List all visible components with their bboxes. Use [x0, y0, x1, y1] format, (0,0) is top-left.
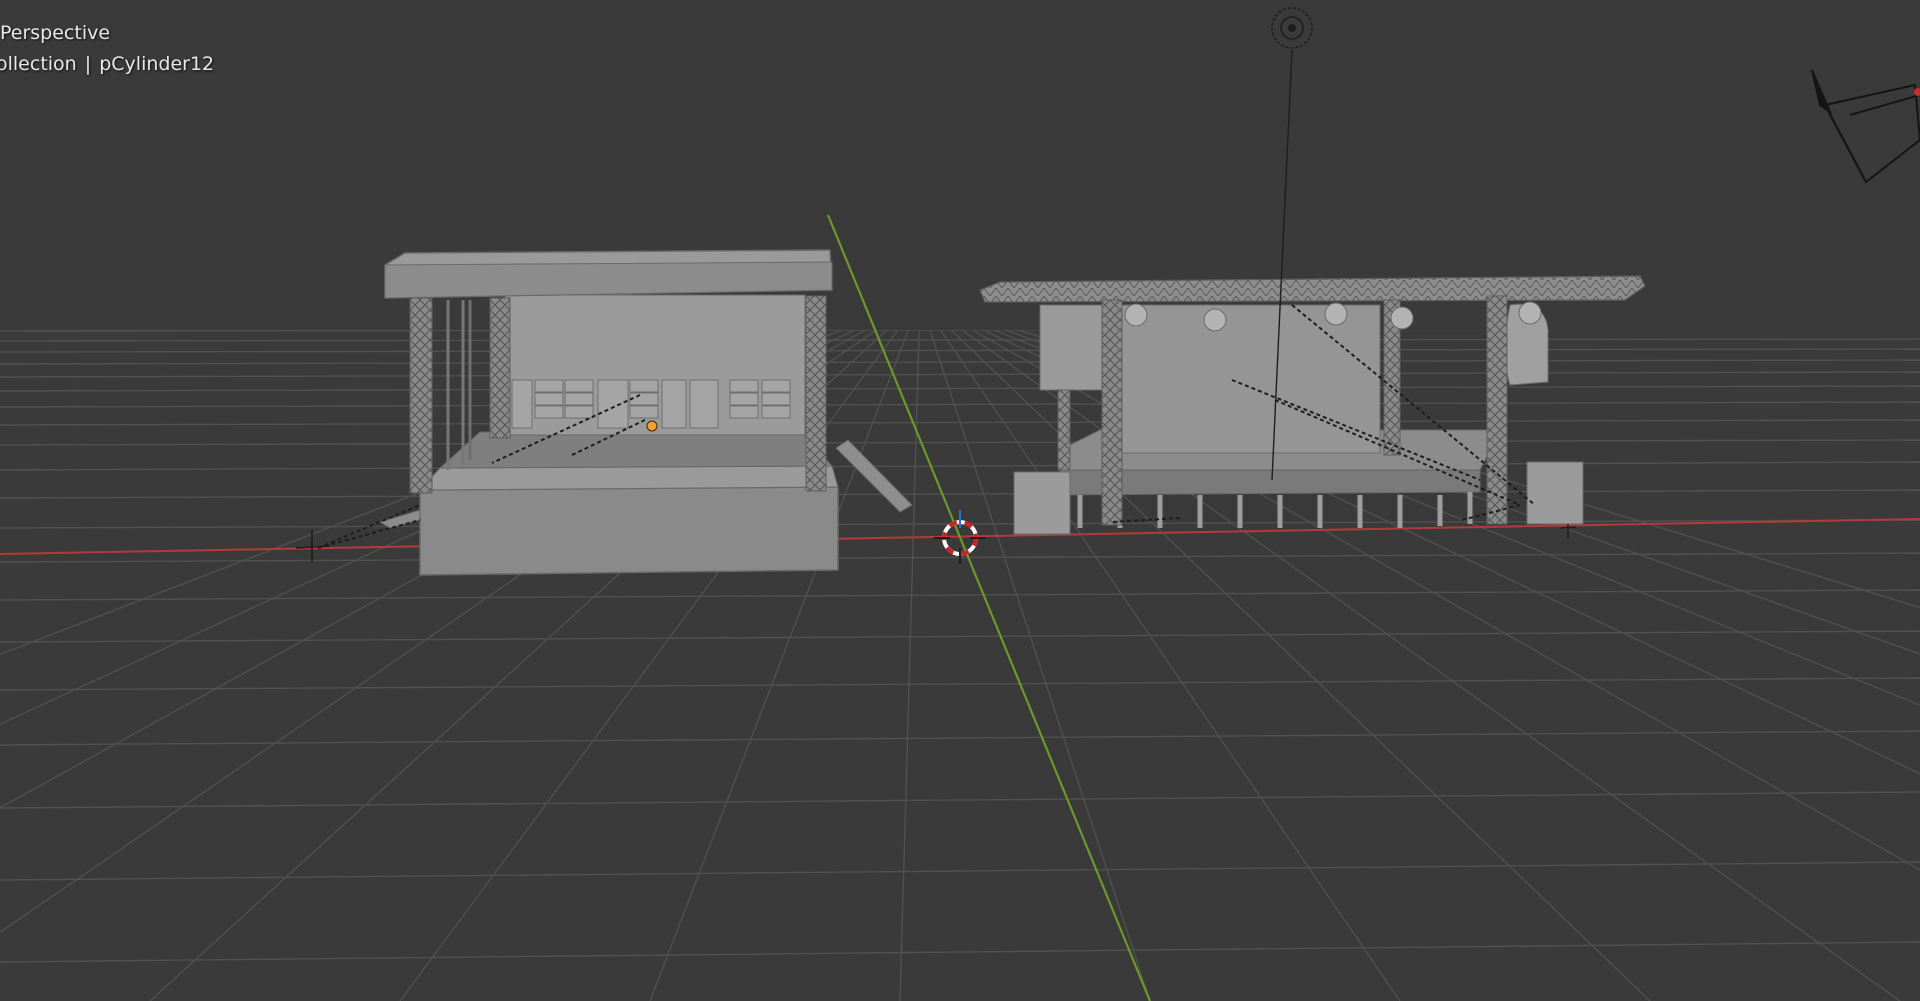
active-object-info: ollection | pCylinder12 — [0, 53, 214, 75]
collection-label: ollection — [0, 53, 77, 75]
view-mode-label: Perspective — [0, 22, 110, 44]
viewport-canvas[interactable] — [0, 0, 1920, 1001]
3d-viewport[interactable]: Perspective ollection | pCylinder12 — [0, 0, 1920, 1001]
empty-object-left — [295, 530, 331, 562]
view-mode-text: Perspective — [0, 22, 111, 44]
origin-dot — [646, 420, 658, 432]
active-object-name: pCylinder12 — [99, 53, 215, 75]
info-separator: | — [84, 53, 92, 75]
floor-grid — [0, 299, 1920, 1001]
